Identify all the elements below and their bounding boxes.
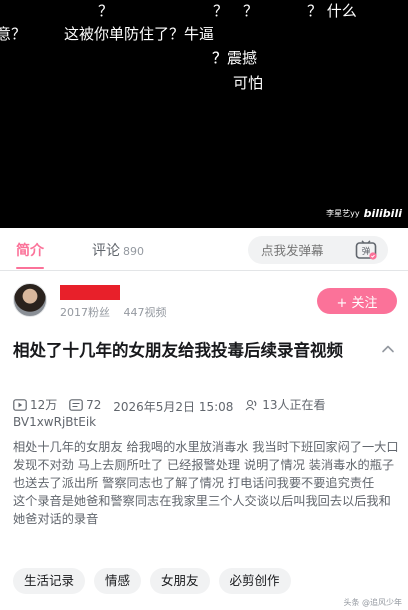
follower-count: 2017粉丝 (60, 306, 110, 319)
danmaku-count: 72 (69, 395, 101, 415)
danmu-toggle-icon: 弹 (355, 240, 377, 260)
bvid: BV1xwRjBtEik (13, 415, 97, 429)
bilibili-logo: bilibili (363, 207, 402, 220)
publish-date: 2026年5月2日 15:08 (113, 400, 234, 414)
video-title: 相处了十几年的女朋友给我投毒后续录音视频 (13, 341, 343, 360)
tab-intro[interactable]: 简介 (16, 240, 44, 260)
danmaku-count-icon (69, 399, 83, 411)
play-count-icon (13, 399, 27, 411)
danmaku-text: ？震撼 (212, 49, 258, 67)
comment-count: 890 (123, 245, 144, 258)
svg-text:弹: 弹 (362, 246, 371, 257)
video-player[interactable]: ？ ？ ？ ？ 什么 意？ 这被你单防住了？牛逼 ？ ？震撼 可怕 李星艺yy … (0, 0, 408, 228)
video-count: 447视频 (123, 306, 167, 319)
tag-item[interactable]: 必剪创作 (218, 568, 291, 594)
tag-list: 生活记录 情感 女朋友 必剪创作 (13, 568, 291, 594)
tab-comments[interactable]: 评论 890 (92, 240, 144, 260)
description-paragraph: 这个录音是她爸和警察同志在我家里三个人交谈以后叫我回去以后我和她爸对话的录音 (13, 494, 391, 526)
danmaku-text: 意？ (0, 25, 27, 43)
danmaku-text: ？ (243, 2, 259, 20)
follow-button[interactable]: + 关注 (317, 288, 397, 314)
description-paragraph: 相处十几年的女朋友 给我喝的水里放消毒水 我当时下班回家闷了一大口发现不对劲 马… (13, 440, 399, 490)
danmaku-text: ？ (213, 2, 229, 20)
tab-indicator (16, 267, 44, 269)
watermark: 李星艺yy bilibili (326, 207, 402, 220)
collapse-chevron-icon[interactable] (380, 341, 396, 357)
danmaku-count-value: 72 (86, 398, 102, 412)
watermark-user: 李星艺yy (326, 209, 360, 218)
danmaku-text: ？ (98, 2, 114, 20)
play-count-value: 12万 (30, 398, 58, 412)
watching-now: 13人正在看 (245, 395, 326, 415)
uploader-stats: 2017粉丝 447视频 (60, 304, 167, 320)
danmu-input[interactable] (248, 236, 344, 264)
danmaku-text: 可怕 (233, 74, 264, 92)
watching-value: 13人正在看 (262, 398, 326, 412)
uploader-avatar[interactable] (13, 283, 47, 317)
danmaku-text: ？ 什么 (307, 2, 357, 20)
tag-item[interactable]: 女朋友 (150, 568, 210, 594)
source-watermark: 头条 @追风少年 (343, 598, 402, 607)
watching-icon (245, 399, 257, 411)
tab-comments-label: 评论 (92, 243, 120, 259)
uploader-name-redacted[interactable] (60, 285, 120, 300)
video-meta: 12万 72 2026年5月2日 15:08 13人正在看 (13, 395, 398, 417)
danmu-toggle-button[interactable]: 弹 (344, 236, 388, 264)
tab-bar: 简介 评论890 弹 (0, 228, 408, 271)
tag-item[interactable]: 生活记录 (13, 568, 86, 594)
play-count: 12万 (13, 395, 57, 415)
danmaku-text: 这被你单防住了？牛逼 (64, 25, 215, 43)
tag-item[interactable]: 情感 (94, 568, 142, 594)
video-description: 相处十几年的女朋友 给我喝的水里放消毒水 我当时下班回家闷了一大口发现不对劲 马… (13, 438, 400, 528)
